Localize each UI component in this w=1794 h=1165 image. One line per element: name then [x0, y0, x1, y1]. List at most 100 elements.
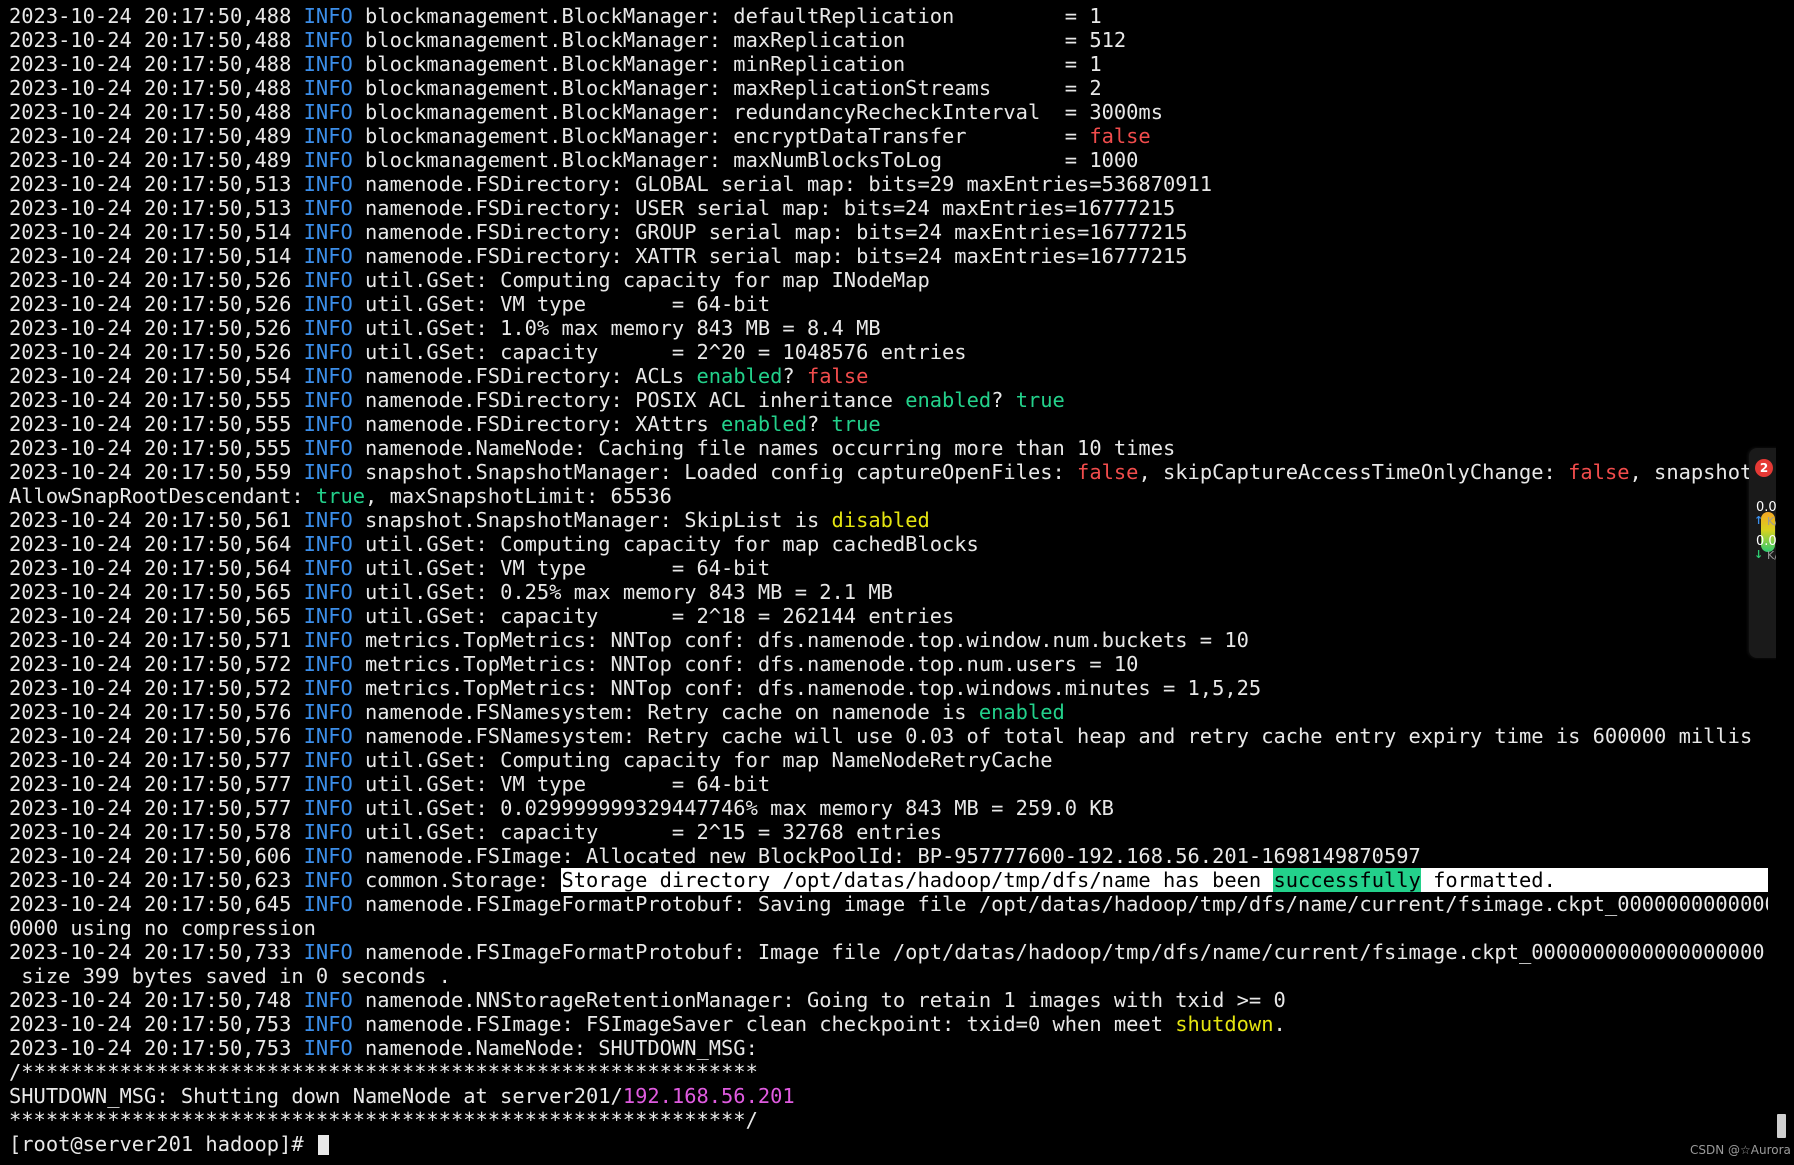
log-line: 2023-10-24 20:17:50,555 INFO namenode.Na…: [9, 436, 1768, 460]
watermark: CSDN @☆Aurora: [1690, 1143, 1791, 1157]
log-text: blockmanagement.BlockManager: redundancy…: [352, 100, 1163, 124]
log-line: 2023-10-24 20:17:50,564 INFO util.GSet: …: [9, 532, 1768, 556]
log-level: INFO: [303, 244, 353, 268]
log-text: 2023-10-24 20:17:50,748: [9, 988, 304, 1012]
log-text: 2023-10-24 20:17:50,559: [9, 460, 304, 484]
log-level: INFO: [303, 940, 353, 964]
scrollbar-thumb[interactable]: [1777, 1114, 1786, 1138]
log-level: INFO: [303, 580, 353, 604]
log-level: INFO: [303, 196, 353, 220]
log-level: INFO: [303, 148, 353, 172]
log-text: 2023-10-24 20:17:50,572: [9, 652, 304, 676]
log-text: 2023-10-24 20:17:50,572: [9, 676, 304, 700]
log-level: INFO: [303, 532, 353, 556]
log-line: 2023-10-24 20:17:50,488 INFO blockmanage…: [9, 28, 1768, 52]
log-text: 2023-10-24 20:17:50,733: [9, 940, 304, 964]
scrollbar[interactable]: [1776, 0, 1794, 1165]
log-text: 2023-10-24 20:17:50,526: [9, 292, 304, 316]
log-level: INFO: [303, 676, 353, 700]
log-text: enabled: [905, 388, 992, 412]
log-text: snapshot.SnapshotManager: Loaded config …: [352, 460, 1078, 484]
log-text: metrics.TopMetrics: NNTop conf: dfs.name…: [352, 652, 1139, 676]
arrow-down-icon: ↓: [1754, 548, 1764, 561]
log-line: ****************************************…: [9, 1108, 1768, 1132]
log-level: INFO: [303, 436, 353, 460]
log-text: blockmanagement.BlockManager: minReplica…: [352, 52, 1102, 76]
log-text: true: [1015, 388, 1065, 412]
log-level: INFO: [303, 604, 353, 628]
log-text: util.GSet: 1.0% max memory 843 MB = 8.4 …: [352, 316, 881, 340]
log-line: 2023-10-24 20:17:50,561 INFO snapshot.Sn…: [9, 508, 1768, 532]
log-level: INFO: [303, 340, 353, 364]
log-text: 2023-10-24 20:17:50,488: [9, 28, 304, 52]
log-text: 2023-10-24 20:17:50,555: [9, 388, 304, 412]
log-text: false: [1568, 460, 1630, 484]
log-text: size 399 bytes saved in 0 seconds .: [9, 964, 451, 988]
log-text: snapshot.SnapshotManager: SkipList is: [352, 508, 832, 532]
log-line: 2023-10-24 20:17:50,753 INFO namenode.FS…: [9, 1012, 1768, 1036]
log-level: INFO: [303, 868, 353, 892]
log-text: 2023-10-24 20:17:50,564: [9, 532, 304, 556]
shell-prompt: [root@server201 hadoop]#: [9, 1132, 316, 1156]
log-text: 2023-10-24 20:17:50,488: [9, 4, 304, 28]
log-text: 2023-10-24 20:17:50,513: [9, 172, 304, 196]
log-level: INFO: [303, 292, 353, 316]
log-text: successfully: [1273, 868, 1421, 892]
log-line: 2023-10-24 20:17:50,572 INFO metrics.Top…: [9, 652, 1768, 676]
log-line: 2023-10-24 20:17:50,753 INFO namenode.Na…: [9, 1036, 1768, 1060]
text-cursor: [317, 1135, 329, 1155]
prompt-line[interactable]: [root@server201 hadoop]#: [9, 1132, 1768, 1156]
log-text: Storage directory /opt/datas/hadoop/tmp/…: [561, 868, 1274, 892]
log-level: INFO: [303, 700, 353, 724]
log-level: INFO: [303, 124, 353, 148]
log-line: 2023-10-24 20:17:50,513 INFO namenode.FS…: [9, 196, 1768, 220]
log-text: 2023-10-24 20:17:50,577: [9, 748, 304, 772]
log-text: namenode.FSImage: FSImageSaver clean che…: [352, 1012, 1176, 1036]
log-text: 2023-10-24 20:17:50,555: [9, 436, 304, 460]
log-level: INFO: [303, 4, 353, 28]
log-line: 2023-10-24 20:17:50,577 INFO util.GSet: …: [9, 748, 1768, 772]
log-line: 2023-10-24 20:17:50,606 INFO namenode.FS…: [9, 844, 1768, 868]
terminal-output[interactable]: 2023-10-24 20:17:50,488 INFO blockmanage…: [0, 0, 1768, 1165]
log-text: metrics.TopMetrics: NNTop conf: dfs.name…: [352, 676, 1262, 700]
log-text: 192.168.56.201: [622, 1084, 795, 1108]
log-text: blockmanagement.BlockManager: defaultRep…: [352, 4, 1102, 28]
log-text: util.GSet: Computing capacity for map Na…: [352, 748, 1053, 772]
log-text: 0000 using no compression: [9, 916, 316, 940]
log-level: INFO: [303, 748, 353, 772]
log-text: 2023-10-24 20:17:50,577: [9, 796, 304, 820]
log-text: .: [1273, 1012, 1286, 1036]
log-line: 2023-10-24 20:17:50,576 INFO namenode.FS…: [9, 724, 1768, 748]
log-level: INFO: [303, 556, 353, 580]
log-text: namenode.FSNamesystem: Retry cache will …: [352, 724, 1753, 748]
log-text: 2023-10-24 20:17:50,645: [9, 892, 304, 916]
log-text: 2023-10-24 20:17:50,578: [9, 820, 304, 844]
notification-badge[interactable]: 2: [1755, 459, 1773, 477]
log-level: INFO: [303, 172, 353, 196]
log-text: util.GSet: capacity = 2^18 = 262144 entr…: [352, 604, 955, 628]
log-text: true: [315, 484, 366, 508]
log-line: 2023-10-24 20:17:50,645 INFO namenode.FS…: [9, 892, 1768, 916]
log-text: util.GSet: 0.25% max memory 843 MB = 2.1…: [352, 580, 893, 604]
log-text: 2023-10-24 20:17:50,623: [9, 868, 304, 892]
log-line: 2023-10-24 20:17:50,565 INFO util.GSet: …: [9, 604, 1768, 628]
log-level: INFO: [303, 508, 353, 532]
log-line: 2023-10-24 20:17:50,489 INFO blockmanage…: [9, 124, 1768, 148]
log-text: blockmanagement.BlockManager: encryptDat…: [352, 124, 1090, 148]
log-level: INFO: [303, 268, 353, 292]
log-text: 2023-10-24 20:17:50,571: [9, 628, 304, 652]
log-text: false: [1089, 124, 1151, 148]
log-text: util.GSet: capacity = 2^15 = 32768 entri…: [352, 820, 943, 844]
log-text: util.GSet: Computing capacity for map IN…: [352, 268, 930, 292]
log-line: 2023-10-24 20:17:50,513 INFO namenode.FS…: [9, 172, 1768, 196]
log-level: INFO: [303, 412, 353, 436]
log-level: INFO: [303, 28, 353, 52]
log-text: common.Storage:: [352, 868, 562, 892]
log-level: INFO: [303, 1012, 353, 1036]
log-text: namenode.FSDirectory: GROUP serial map: …: [352, 220, 1188, 244]
log-text: util.GSet: VM type = 64-bit: [352, 772, 771, 796]
log-text: 2023-10-24 20:17:50,514: [9, 220, 304, 244]
log-line: 2023-10-24 20:17:50,577 INFO util.GSet: …: [9, 772, 1768, 796]
log-text: 2023-10-24 20:17:50,753: [9, 1012, 304, 1036]
log-text: 2023-10-24 20:17:50,565: [9, 580, 304, 604]
